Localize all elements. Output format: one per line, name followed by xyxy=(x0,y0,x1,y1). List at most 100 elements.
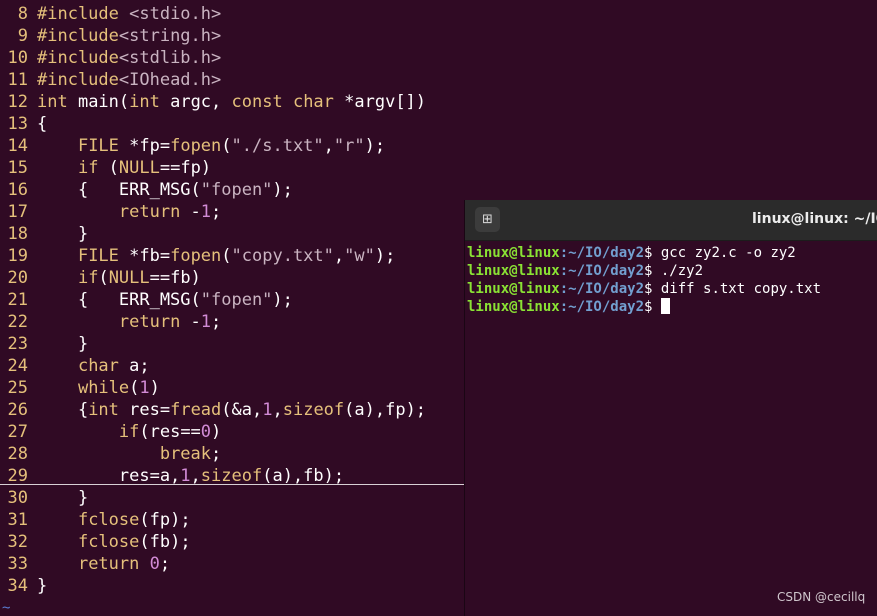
code-text: #include<stdlib.h> xyxy=(37,48,222,68)
code-line[interactable]: 32 fclose(fb); xyxy=(0,531,191,553)
line-number: 13 xyxy=(7,114,28,134)
terminal-title: linux@linux: ~/IO/ xyxy=(752,211,877,227)
line-number: 34 xyxy=(7,576,28,596)
line-number: 11 xyxy=(7,70,28,90)
terminal-titlebar[interactable]: ⊞ linux@linux: ~/IO/ xyxy=(465,200,877,241)
prompt-path: :~/IO/day2 xyxy=(559,263,645,279)
terminal-command: $ gcc zy2.c -o zy2 xyxy=(644,245,796,261)
code-line[interactable]: 30 } xyxy=(0,487,89,509)
code-text: fclose(fp); xyxy=(77,510,191,530)
line-number: 16 xyxy=(7,180,28,200)
line-number: 15 xyxy=(7,158,28,178)
code-text: return 0; xyxy=(77,554,171,574)
prompt-path: :~/IO/day2 xyxy=(559,281,645,297)
line-number: 18 xyxy=(7,224,28,244)
code-text: #include<IOhead.h> xyxy=(37,70,222,90)
prompt-user: linux@linux xyxy=(467,263,560,279)
code-line[interactable]: 18 } xyxy=(0,223,89,245)
terminal-command: $ ./zy2 xyxy=(644,263,704,279)
line-number: 26 xyxy=(7,400,28,420)
code-text: { xyxy=(37,114,48,134)
code-text: return -1; xyxy=(118,312,222,332)
terminal-line: linux@linux:~/IO/day2$ xyxy=(467,298,670,316)
prompt-user: linux@linux xyxy=(467,281,560,297)
code-line[interactable]: 9 #include<string.h> xyxy=(0,25,222,47)
code-text: if (NULL==fp) xyxy=(77,158,212,178)
code-line[interactable]: 28 break; xyxy=(0,443,222,465)
line-number: 28 xyxy=(7,444,28,464)
code-line[interactable]: 27 if(res==0) xyxy=(0,421,222,443)
code-text: FILE *fp=fopen("./s.txt","r"); xyxy=(77,136,386,156)
code-text: if(NULL==fb) xyxy=(77,268,201,288)
code-text: return -1; xyxy=(118,202,222,222)
code-line[interactable]: 19 FILE *fb=fopen("copy.txt","w"); xyxy=(0,245,396,267)
code-line[interactable]: 21 { ERR_MSG("fopen"); xyxy=(0,289,293,311)
line-number: 12 xyxy=(7,92,28,112)
prompt-user: linux@linux xyxy=(467,299,560,315)
line-number: 30 xyxy=(7,488,28,508)
code-text: { ERR_MSG("fopen"); xyxy=(37,180,293,200)
line-number: 10 xyxy=(7,48,28,68)
line-number: 21 xyxy=(7,290,28,310)
line-number: 22 xyxy=(7,312,28,332)
code-line[interactable]: 24 char a; xyxy=(0,355,150,377)
code-line[interactable]: 17 return -1; xyxy=(0,201,222,223)
code-line[interactable]: 8 #include <stdio.h> xyxy=(0,3,222,25)
code-line[interactable]: 25 while(1) xyxy=(0,377,160,399)
prompt-path: :~/IO/day2 xyxy=(559,299,645,315)
code-text: } xyxy=(37,488,89,508)
code-line[interactable]: 13 { xyxy=(0,113,48,135)
code-text: int main(int argc, const char *argv[]) xyxy=(37,92,427,112)
code-text: while(1) xyxy=(77,378,160,398)
code-text: if(res==0) xyxy=(118,422,222,442)
code-line[interactable]: 31 fclose(fp); xyxy=(0,509,191,531)
code-line[interactable]: 10 #include<stdlib.h> xyxy=(0,47,222,69)
line-number: 33 xyxy=(7,554,28,574)
new-tab-icon[interactable]: ⊞ xyxy=(475,207,500,232)
line-number: 27 xyxy=(7,422,28,442)
line-number: 17 xyxy=(7,202,28,222)
line-number: 8 xyxy=(17,4,28,24)
code-text: {int res=fread(&a,1,sizeof(a),fp); xyxy=(37,400,427,420)
terminal-window[interactable]: ⊞ linux@linux: ~/IO/ linux@linux:~/IO/da… xyxy=(464,200,877,616)
line-number: 25 xyxy=(7,378,28,398)
code-text: #include<string.h> xyxy=(37,26,222,46)
terminal-command: $ xyxy=(644,299,661,315)
code-line[interactable]: 33 return 0; xyxy=(0,553,171,575)
code-line[interactable]: 15 if (NULL==fp) xyxy=(0,157,212,179)
watermark: CSDN @cecillq xyxy=(777,590,866,604)
line-number: 9 xyxy=(17,26,28,46)
code-line[interactable]: 22 return -1; xyxy=(0,311,222,333)
line-number: 24 xyxy=(7,356,28,376)
code-text: break; xyxy=(159,444,222,464)
line-number: 23 xyxy=(7,334,28,354)
code-text: } xyxy=(37,334,89,354)
code-line[interactable]: 23 } xyxy=(0,333,89,355)
code-text: res=a,1,sizeof(a),fb); xyxy=(37,466,345,486)
terminal-line: linux@linux:~/IO/day2$ ./zy2 xyxy=(467,262,703,280)
terminal-line: linux@linux:~/IO/day2$ gcc zy2.c -o zy2 xyxy=(467,244,796,262)
terminal-cursor xyxy=(660,298,670,314)
code-text: fclose(fb); xyxy=(77,532,191,552)
code-line[interactable]: 12 int main(int argc, const char *argv[]) xyxy=(0,91,427,113)
empty-line-tilde: ~ xyxy=(2,600,11,616)
code-line[interactable]: 14 FILE *fp=fopen("./s.txt","r"); xyxy=(0,135,386,157)
terminal-line: linux@linux:~/IO/day2$ diff s.txt copy.t… xyxy=(467,280,821,298)
code-line[interactable]: 16 { ERR_MSG("fopen"); xyxy=(0,179,293,201)
code-text: FILE *fb=fopen("copy.txt","w"); xyxy=(77,246,396,266)
line-number: 20 xyxy=(7,268,28,288)
code-text: #include <stdio.h> xyxy=(37,4,222,24)
prompt-path: :~/IO/day2 xyxy=(559,245,645,261)
code-text: } xyxy=(37,576,48,596)
code-line[interactable]: 11 #include<IOhead.h> xyxy=(0,69,222,91)
prompt-user: linux@linux xyxy=(467,245,560,261)
code-line[interactable]: 26 {int res=fread(&a,1,sizeof(a),fp); xyxy=(0,399,427,421)
line-number: 31 xyxy=(7,510,28,530)
terminal-command: $ diff s.txt copy.txt xyxy=(644,281,822,297)
line-number: 14 xyxy=(7,136,28,156)
code-line[interactable]: 20 if(NULL==fb) xyxy=(0,267,201,289)
line-number: 19 xyxy=(7,246,28,266)
cursor-line-underline xyxy=(0,484,464,485)
line-number: 32 xyxy=(7,532,28,552)
code-line[interactable]: 34} xyxy=(0,575,48,597)
